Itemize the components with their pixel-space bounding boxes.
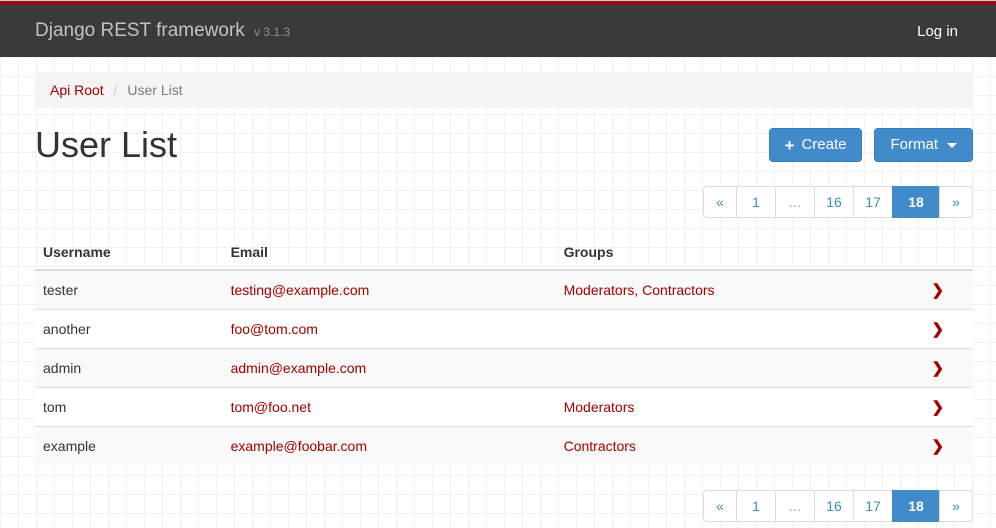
column-header-groups: Groups [556,235,903,270]
cell-email-link[interactable]: tom@foo.net [231,399,311,415]
pagination-page-16[interactable]: 16 [814,186,854,218]
column-header-username: Username [35,235,223,270]
brand-version: v 3.1.3 [254,25,290,39]
pagination-page-16[interactable]: 16 [814,490,854,522]
cell-groups-link[interactable]: Moderators [564,399,635,415]
cell-email-link[interactable]: testing@example.com [231,282,370,298]
pagination-page-18-active[interactable]: 18 [892,186,940,218]
page-header: User List + Create Format [35,122,973,166]
pagination-top: « 1 … 16 17 18 » [703,186,973,218]
cell-email-link[interactable]: admin@example.com [231,360,367,376]
toolbar: + Create Format [769,128,973,162]
table-row: example example@foobar.com Contractors ❯ [35,427,973,466]
create-button[interactable]: + Create [769,128,863,162]
cell-groups-link[interactable]: Moderators, Contractors [564,282,715,298]
cell-groups-link[interactable]: Contractors [564,438,636,454]
user-table: Username Email Groups tester testing@exa… [35,235,973,465]
row-detail-chevron-icon[interactable]: ❯ [932,399,945,416]
row-detail-chevron-icon[interactable]: ❯ [932,438,945,455]
table-header-row: Username Email Groups [35,235,973,270]
breadcrumb-separator: / [114,82,118,98]
format-dropdown-button[interactable]: Format [874,128,973,162]
breadcrumb-link-api-root[interactable]: Api Root [50,82,104,98]
pagination-page-17[interactable]: 17 [853,490,893,522]
create-button-label: Create [801,136,846,154]
pagination-bottom-row: « 1 … 16 17 18 » [35,490,973,522]
page-background: Api Root / User List User List + Create … [0,57,996,528]
pagination-bottom: « 1 … 16 17 18 » [703,490,973,522]
row-detail-chevron-icon[interactable]: ❯ [932,321,945,338]
column-header-email: Email [223,235,556,270]
page-title: User List [35,124,177,166]
plus-icon: + [785,137,795,154]
table-row: tester testing@example.com Moderators, C… [35,270,973,310]
row-detail-chevron-icon[interactable]: ❯ [932,360,945,377]
cell-email-link[interactable]: foo@tom.com [231,321,318,337]
column-header-detail [903,235,973,270]
breadcrumb: Api Root / User List [35,72,973,108]
pagination-page-1[interactable]: 1 [736,186,776,218]
caret-down-icon [947,143,957,148]
pagination-ellipsis: … [775,186,815,218]
table-row: tom tom@foo.net Moderators ❯ [35,388,973,427]
table-row: another foo@tom.com ❯ [35,310,973,349]
pagination-next[interactable]: » [939,490,973,522]
pagination-top-row: « 1 … 16 17 18 » [35,186,973,218]
pagination-ellipsis: … [775,490,815,522]
pagination-page-17[interactable]: 17 [853,186,893,218]
cell-email-link[interactable]: example@foobar.com [231,438,367,454]
pagination-page-18-active[interactable]: 18 [892,490,940,522]
login-link[interactable]: Log in [917,23,958,40]
cell-username: example [35,427,223,466]
pagination-next[interactable]: » [939,186,973,218]
row-detail-chevron-icon[interactable]: ❯ [932,282,945,299]
pagination-page-1[interactable]: 1 [736,490,776,522]
format-button-label: Format [890,136,938,154]
cell-username: tester [35,270,223,310]
navbar-brand: Django REST framework v 3.1.3 [35,20,290,42]
cell-username: tom [35,388,223,427]
table-row: admin admin@example.com ❯ [35,349,973,388]
navbar: Django REST framework v 3.1.3 Log in [0,5,996,57]
breadcrumb-current: User List [127,82,182,98]
pagination-prev[interactable]: « [703,186,737,218]
cell-username: another [35,310,223,349]
brand-title: Django REST framework [35,20,245,41]
pagination-prev[interactable]: « [703,490,737,522]
cell-username: admin [35,349,223,388]
